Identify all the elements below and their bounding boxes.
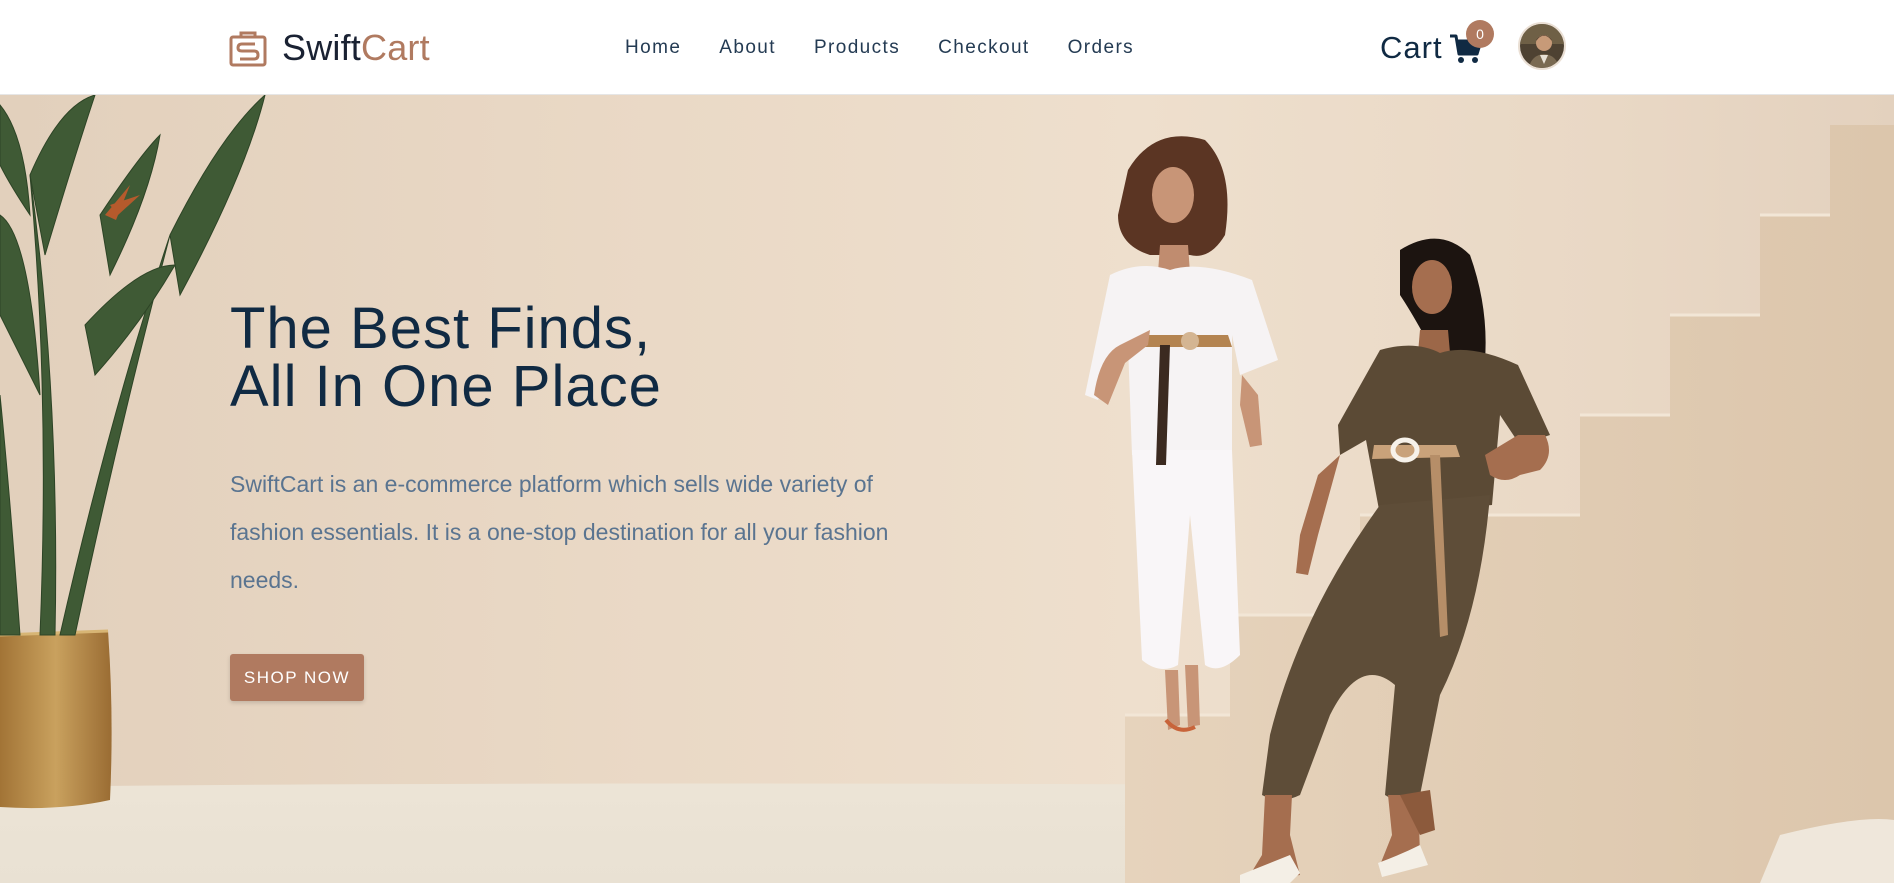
hero-title-line-2: All In One Place: [230, 354, 662, 419]
brand-logo[interactable]: SwiftCart: [228, 26, 430, 70]
avatar-image: [1520, 24, 1564, 68]
main-nav: Home About Products Checkout Orders: [625, 34, 1134, 62]
brand-name: SwiftCart: [282, 26, 430, 70]
brand-name-swift: Swift: [282, 27, 362, 68]
nav-orders[interactable]: Orders: [1068, 34, 1134, 62]
hero-content: The Best Finds, All In One Place SwiftCa…: [230, 300, 910, 701]
hero-title-line-1: The Best Finds,: [230, 296, 652, 361]
brand-name-cart: Cart: [361, 27, 430, 68]
navbar: SwiftCart Home About Products Checkout O…: [0, 0, 1894, 95]
hero-banner: The Best Finds, All In One Place SwiftCa…: [0, 95, 1894, 883]
nav-about[interactable]: About: [719, 34, 776, 62]
user-avatar[interactable]: [1518, 22, 1566, 70]
hero-title: The Best Finds, All In One Place: [230, 300, 910, 416]
nav-checkout[interactable]: Checkout: [938, 34, 1029, 62]
hero-description: SwiftCart is an e-commerce platform whic…: [230, 471, 889, 593]
cart-count-badge: 0: [1466, 20, 1494, 48]
shop-now-button[interactable]: SHOP NOW: [230, 654, 364, 701]
cart-label: Cart: [1380, 30, 1443, 65]
nav-products[interactable]: Products: [814, 34, 900, 62]
nav-home[interactable]: Home: [625, 34, 681, 62]
shopping-bag-icon: [229, 31, 267, 67]
cart-button[interactable]: Cart 0: [1380, 20, 1494, 70]
